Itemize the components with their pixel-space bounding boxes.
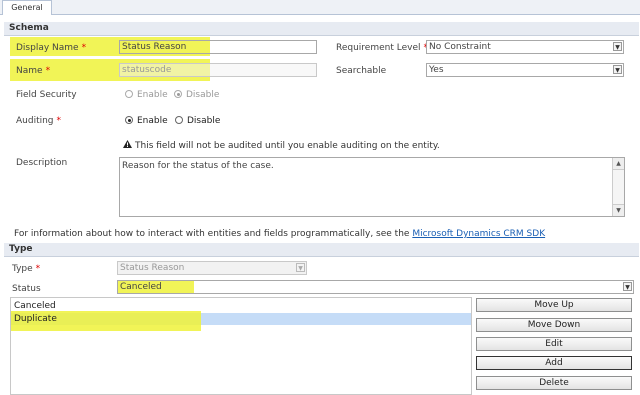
status-select[interactable]: Canceled ▼: [117, 280, 634, 294]
description-label: Description: [16, 158, 68, 168]
sdk-info: For information about how to interact wi…: [14, 228, 545, 240]
warning-icon: [123, 140, 132, 152]
auditing-enable-option[interactable]: Enable: [125, 115, 168, 127]
radio-icon: [125, 90, 133, 98]
required-mark: *: [56, 116, 62, 126]
field-security-label: Field Security: [16, 90, 77, 100]
name-label: Name *: [16, 65, 50, 77]
name-label-text: Name: [16, 66, 43, 76]
auditing-label: Auditing *: [16, 115, 61, 127]
auditing-disable-option[interactable]: Disable: [175, 115, 220, 127]
chevron-down-icon[interactable]: ▼: [613, 65, 622, 74]
required-mark: *: [35, 264, 41, 274]
field-security-disable-text: Disable: [186, 90, 220, 100]
edit-button[interactable]: Edit: [476, 337, 632, 351]
description-scrollbar[interactable]: ▲ ▼: [612, 158, 624, 216]
requirement-level-label-text: Requirement Level: [336, 43, 421, 53]
tab-general[interactable]: General: [2, 0, 52, 15]
status-label: Status: [12, 284, 41, 294]
sdk-link[interactable]: Microsoft Dynamics CRM SDK: [412, 229, 545, 239]
scroll-up-icon[interactable]: ▲: [613, 158, 624, 170]
tab-bar: [0, 0, 640, 15]
requirement-level-select[interactable]: No Constraint ▼: [426, 40, 624, 54]
requirement-level-label: Requirement Level*: [336, 42, 428, 54]
auditing-label-text: Auditing: [16, 116, 54, 126]
description-textarea[interactable]: Reason for the status of the case. ▲ ▼: [119, 157, 625, 217]
name-input[interactable]: statuscode: [119, 63, 317, 77]
type-select[interactable]: Status Reason ▼: [117, 261, 307, 275]
auditing-disable-text: Disable: [187, 116, 221, 126]
chevron-down-icon[interactable]: ▼: [623, 282, 632, 291]
radio-selected-icon: [125, 116, 133, 124]
auditing-enable-text: Enable: [137, 116, 168, 126]
list-item-selected[interactable]: Duplicate: [14, 313, 57, 325]
status-options-list[interactable]: Canceled Duplicate: [10, 297, 472, 395]
display-name-label-text: Display Name: [16, 43, 79, 53]
required-mark: *: [81, 43, 87, 53]
searchable-label: Searchable: [336, 66, 387, 76]
delete-button[interactable]: Delete: [476, 376, 632, 390]
required-mark: *: [45, 66, 51, 76]
field-security-disable-option[interactable]: Disable: [174, 89, 219, 101]
chevron-down-icon[interactable]: ▼: [613, 42, 622, 51]
searchable-value: Yes: [429, 65, 444, 75]
chevron-down-icon[interactable]: ▼: [296, 263, 305, 272]
sdk-info-text: For information about how to interact wi…: [14, 229, 410, 239]
add-button[interactable]: Add: [476, 356, 632, 370]
auditing-warning: This field will not be audited until you…: [123, 140, 440, 152]
display-name-input[interactable]: Status Reason: [119, 40, 317, 54]
type-label: Type *: [12, 263, 40, 275]
move-up-button[interactable]: Move Up: [476, 298, 632, 312]
type-section-header: Type: [4, 243, 639, 257]
display-name-label: Display Name *: [16, 42, 86, 54]
description-value: Reason for the status of the case.: [122, 161, 274, 171]
type-label-text: Type: [12, 264, 33, 274]
schema-section-header: Schema: [4, 22, 639, 36]
radio-icon: [175, 116, 183, 124]
scroll-down-icon[interactable]: ▼: [613, 204, 624, 216]
move-down-button[interactable]: Move Down: [476, 318, 632, 332]
requirement-level-value: No Constraint: [429, 42, 491, 52]
field-security-enable-text: Enable: [137, 90, 168, 100]
type-value: Status Reason: [120, 263, 185, 273]
radio-selected-icon: [174, 90, 182, 98]
searchable-select[interactable]: Yes ▼: [426, 63, 624, 77]
field-security-enable-option[interactable]: Enable: [125, 89, 168, 101]
status-value: Canceled: [120, 282, 162, 292]
auditing-warning-text: This field will not be audited until you…: [135, 141, 440, 151]
